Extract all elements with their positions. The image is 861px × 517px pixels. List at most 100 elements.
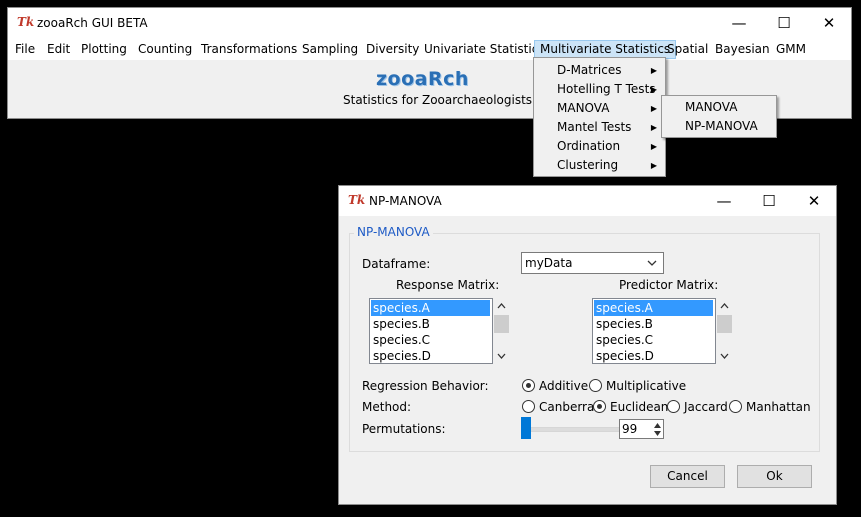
dataframe-label: Dataframe: [362,257,431,271]
response-scrollbar[interactable] [493,298,510,364]
spin-up-icon[interactable] [654,423,661,428]
ok-button[interactable]: Ok [737,465,812,488]
scroll-down-icon[interactable] [720,353,729,359]
dataframe-value: myData [525,256,573,270]
app-subtitle: Statistics for Zooarchaeologists [343,93,533,107]
list-item[interactable]: species.B [371,316,430,332]
main-window-title: zooaRch GUI BETA [37,16,148,30]
menu-item-clustering[interactable]: Clustering ▶ [535,156,664,175]
radio-euclidean-label[interactable]: Euclidean [610,400,668,414]
submenu-arrow-icon: ▶ [650,142,657,151]
zooarch-logo: zooaRch [376,68,469,90]
close-icon[interactable]: ✕ [792,186,836,216]
menu-item-hotelling-t-tests[interactable]: Hotelling T Tests ▶ [535,80,664,99]
radio-euclidean[interactable] [593,400,606,413]
permutations-label: Permutations: [362,422,446,436]
submenu-arrow-icon: ▶ [650,161,657,170]
menu-diversity[interactable]: Diversity [361,41,424,58]
scroll-up-icon[interactable] [497,303,506,309]
groupbox-title: NP-MANOVA [354,225,433,239]
scroll-thumb[interactable] [717,315,732,333]
dataframe-select[interactable]: myData [521,252,664,274]
list-item[interactable]: species.D [594,348,654,363]
menu-bayesian[interactable]: Bayesian [710,41,775,58]
radio-additive[interactable] [522,379,535,392]
menu-sampling[interactable]: Sampling [297,41,363,58]
predictor-matrix-label: Predictor Matrix: [619,278,719,292]
cancel-button[interactable]: Cancel [650,465,725,488]
menu-item-label: Ordination [557,139,621,153]
main-title-bar[interactable]: Tk zooaRch GUI BETA — ☐ ✕ [8,8,851,38]
menu-item-label: MANOVA [557,101,610,115]
minimize-icon[interactable]: — [717,8,761,38]
menu-spatial[interactable]: Spatial [662,41,713,58]
scroll-up-icon[interactable] [720,303,729,309]
response-matrix-listbox[interactable]: species.A species.B species.C species.D [369,298,493,364]
menu-bar: File Edit Plotting Counting Transformati… [8,38,851,60]
menu-file[interactable]: File [10,41,40,58]
predictor-matrix-listbox[interactable]: species.A species.B species.C species.D [592,298,716,364]
menu-gmm[interactable]: GMM [771,41,811,58]
response-matrix-label: Response Matrix: [396,278,500,292]
dialog-title-bar[interactable]: Tk NP-MANOVA — ☐ ✕ [339,186,836,216]
minimize-icon[interactable]: — [702,186,746,216]
radio-manhattan[interactable] [729,400,742,413]
submenu-arrow-icon: ▶ [650,66,657,75]
radio-additive-label[interactable]: Additive [539,379,588,393]
list-item[interactable]: species.C [594,332,653,348]
scroll-down-icon[interactable] [497,353,506,359]
submenu-arrow-icon: ▶ [650,123,657,132]
close-icon[interactable]: ✕ [807,8,851,38]
menu-item-label: Hotelling T Tests [557,82,656,96]
permutations-spinbox[interactable]: 99 [619,419,664,439]
spin-down-icon[interactable] [654,431,661,436]
menu-item-label: Clustering [557,158,619,172]
menu-plotting[interactable]: Plotting [76,41,132,58]
submenu-arrow-icon: ▶ [650,104,657,113]
manova-submenu: MANOVA NP-MANOVA [661,95,777,138]
list-item[interactable]: species.B [594,316,653,332]
radio-multiplicative-label[interactable]: Multiplicative [606,379,686,393]
dialog-title: NP-MANOVA [369,194,442,208]
submenu-item-manova[interactable]: MANOVA [663,98,775,117]
tk-feather-icon: Tk [17,15,35,29]
regression-behavior-label: Regression Behavior: [362,379,489,393]
permutations-slider-thumb[interactable] [521,417,531,439]
menu-item-ordination[interactable]: Ordination ▶ [535,137,664,156]
dialog-body: NP-MANOVA Dataframe: myData Response Mat… [339,216,836,504]
predictor-scrollbar[interactable] [716,298,733,364]
ok-button-label: Ok [766,469,783,483]
menu-item-manova[interactable]: MANOVA ▶ [535,99,664,118]
list-item[interactable]: species.A [371,300,490,316]
method-label: Method: [362,400,412,414]
menu-univariate-statistics[interactable]: Univariate Statistics [419,41,550,58]
menu-item-label: Mantel Tests [557,120,632,134]
menu-edit[interactable]: Edit [42,41,75,58]
multivariate-dropdown: D-Matrices ▶ Hotelling T Tests ▶ MANOVA … [533,57,666,177]
submenu-arrow-icon: ▶ [650,85,657,94]
radio-manhattan-label[interactable]: Manhattan [746,400,811,414]
list-item[interactable]: species.A [594,300,713,316]
menu-item-mantel-tests[interactable]: Mantel Tests ▶ [535,118,664,137]
radio-jaccard-label[interactable]: Jaccard [684,400,728,414]
chevron-down-icon [647,260,657,266]
submenu-item-np-manova[interactable]: NP-MANOVA [663,117,775,136]
menu-item-d-matrices[interactable]: D-Matrices ▶ [535,61,664,80]
radio-jaccard[interactable] [667,400,680,413]
list-item[interactable]: species.D [371,348,431,363]
permutations-slider-track[interactable] [522,427,621,432]
tk-feather-icon: Tk [348,193,366,207]
list-item[interactable]: species.C [371,332,430,348]
menu-transformations[interactable]: Transformations [196,41,302,58]
maximize-icon[interactable]: ☐ [747,186,791,216]
menu-counting[interactable]: Counting [133,41,197,58]
maximize-icon[interactable]: ☐ [762,8,806,38]
permutations-value: 99 [622,422,638,436]
cancel-button-label: Cancel [667,469,708,483]
np-manova-dialog: Tk NP-MANOVA — ☐ ✕ NP-MANOVA Dataframe: … [338,185,837,505]
radio-multiplicative[interactable] [589,379,602,392]
radio-canberra-label[interactable]: Canberra [539,400,594,414]
menu-item-label: D-Matrices [557,63,622,77]
scroll-thumb[interactable] [494,315,509,333]
radio-canberra[interactable] [522,400,535,413]
